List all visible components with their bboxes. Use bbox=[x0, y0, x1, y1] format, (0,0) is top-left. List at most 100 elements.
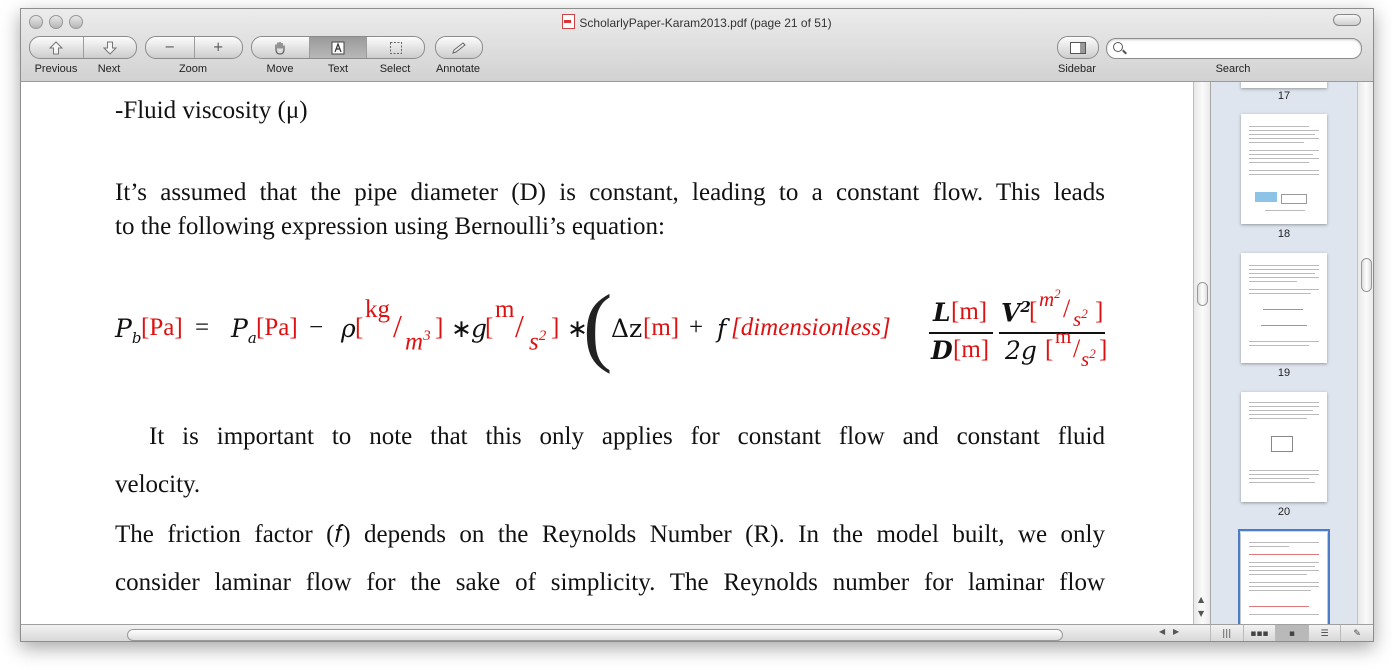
fluid-viscosity-line: -Fluid viscosity (μ) bbox=[115, 97, 308, 124]
eq-unit-m-top: m bbox=[495, 296, 515, 323]
eq-unit-s2-base: s bbox=[529, 328, 539, 356]
eq-fraction-bar-2 bbox=[999, 332, 1105, 334]
search-field[interactable] bbox=[1106, 38, 1362, 59]
thumbnail-figure-box bbox=[1281, 194, 1307, 204]
scroll-down-arrow-icon[interactable]: ▼ bbox=[1198, 609, 1204, 618]
eq-V2: V2 bbox=[1001, 298, 1031, 327]
document-vertical-scrollbar[interactable]: ▲ ▼ bbox=[1193, 82, 1211, 624]
thumbnail-page-18[interactable] bbox=[1241, 114, 1327, 224]
scroll-left-arrow-icon[interactable]: ◀ bbox=[1159, 627, 1165, 636]
zoom-out-button[interactable]: − bbox=[146, 37, 195, 58]
zoom-in-button[interactable]: + bbox=[195, 37, 243, 58]
previous-label: Previous bbox=[34, 63, 78, 75]
toolbar-toggle-button[interactable] bbox=[1333, 14, 1361, 26]
arrow-up-icon bbox=[49, 40, 64, 54]
eq-dimensionless: [dimensionless] bbox=[731, 314, 891, 341]
thumbnail-page-20[interactable] bbox=[1241, 392, 1327, 502]
thumbnail-diagram bbox=[1271, 436, 1293, 452]
hand-icon bbox=[275, 41, 285, 55]
text-tool-button[interactable] bbox=[309, 37, 368, 58]
previous-button[interactable] bbox=[30, 37, 84, 58]
eq-pb-sub: b bbox=[131, 329, 142, 347]
eq-pb-unit: [Pa] bbox=[141, 314, 183, 341]
eq-unit-s2: s2 bbox=[529, 328, 546, 356]
search-icon bbox=[1113, 42, 1123, 52]
annotate-button[interactable] bbox=[436, 37, 482, 58]
eq-pa-unit: [Pa] bbox=[256, 314, 298, 341]
thumbnail-label-18: 18 bbox=[1277, 228, 1291, 240]
annotate-control bbox=[435, 36, 483, 59]
annotate-label: Annotate bbox=[435, 63, 481, 75]
eq-unit-m2-exp: 2 bbox=[1054, 286, 1061, 301]
paragraph-2-line-2: velocity. bbox=[115, 471, 201, 498]
eq-slash-3: / bbox=[1063, 294, 1071, 323]
window-title: ScholarlyPaper-Karam2013.pdf (page 21 of… bbox=[21, 14, 1373, 30]
sidebar-scroll-thumb[interactable] bbox=[1361, 258, 1372, 292]
document-horizontal-scrollbar[interactable] bbox=[25, 627, 1155, 641]
sidebar-icon bbox=[1070, 41, 1086, 54]
window-title-text: ScholarlyPaper-Karam2013.pdf (page 21 of… bbox=[579, 16, 832, 30]
select-label: Select bbox=[379, 63, 411, 75]
eq-delta-z: Δz bbox=[611, 314, 643, 343]
eq-times-1: ∗ bbox=[451, 316, 472, 343]
paragraph-1-line-1: It’s assumed that the pipe diameter (D) … bbox=[115, 179, 1105, 206]
eq-open-bracket-3: [ bbox=[1029, 298, 1038, 325]
eq-unit-kg: kg bbox=[365, 296, 390, 323]
thumbnail-page-17[interactable] bbox=[1241, 82, 1327, 88]
eq-V-base: V bbox=[1001, 298, 1021, 328]
eq-unit-m3-exp: 3 bbox=[423, 328, 431, 344]
tool-mode-control bbox=[251, 36, 425, 59]
eq-unit-m3: m3 bbox=[405, 328, 431, 356]
eq-slash-1: / bbox=[393, 308, 402, 344]
eq-equals: = bbox=[195, 314, 210, 341]
eq-slash-2: / bbox=[515, 308, 524, 344]
move-tool-button[interactable] bbox=[252, 37, 310, 58]
view-columns-icon[interactable]: ||| bbox=[1210, 625, 1243, 641]
eq-unit-s2-c: s2 bbox=[1081, 346, 1096, 372]
eq-left-paren: ( bbox=[583, 278, 613, 375]
eq-f: f bbox=[717, 314, 727, 343]
sidebar-vertical-scrollbar[interactable] bbox=[1357, 82, 1373, 624]
paragraph-3-line-1: The friction factor (𝑓) depends on the R… bbox=[115, 521, 1105, 548]
eq-pa-symbol: P bbox=[231, 314, 248, 343]
text-cursor-icon bbox=[331, 41, 345, 54]
eq-unit-s2-exp: 2 bbox=[538, 328, 547, 344]
view-list-icon[interactable]: ☰ bbox=[1307, 625, 1341, 641]
eq-D-unit: [m] bbox=[953, 336, 990, 363]
thumbnail-page-19[interactable] bbox=[1241, 253, 1327, 363]
view-annotations-icon[interactable]: ✎ bbox=[1340, 625, 1373, 641]
move-label: Move bbox=[266, 63, 294, 75]
view-grid-icon[interactable]: ▪▪▪ bbox=[1242, 625, 1276, 641]
eq-unit-s2-c-base: s bbox=[1081, 347, 1090, 371]
document-view[interactable]: -Fluid viscosity (μ) It’s assumed that t… bbox=[21, 82, 1193, 624]
next-button[interactable] bbox=[84, 37, 137, 58]
eq-plus: + bbox=[689, 314, 704, 341]
thumbnail-label-20: 20 bbox=[1277, 506, 1291, 518]
eq-unit-s2-c-exp: 2 bbox=[1089, 346, 1096, 361]
select-tool-button[interactable] bbox=[367, 37, 424, 58]
eq-unit-s2-b-exp: 2 bbox=[1081, 306, 1088, 321]
eq-close-bracket-2: ] bbox=[551, 314, 560, 341]
horizontal-scroll-thumb[interactable] bbox=[127, 629, 1063, 641]
thumbnail-label-19: 19 bbox=[1277, 367, 1291, 379]
titlebar-toolbar: ScholarlyPaper-Karam2013.pdf (page 21 of… bbox=[21, 9, 1373, 82]
eq-open-bracket-4: [ bbox=[1045, 336, 1054, 363]
pdf-file-icon bbox=[562, 14, 576, 29]
thumbnail-figure bbox=[1255, 192, 1277, 202]
thumbnail-page-21-selected[interactable] bbox=[1238, 529, 1330, 624]
thumbnail-label-17: 17 bbox=[1277, 90, 1291, 102]
sidebar-view-tools: ||| ▪▪▪ ▪ ☰ ✎ bbox=[1210, 625, 1373, 641]
scroll-up-arrow-icon[interactable]: ▲ bbox=[1198, 595, 1204, 604]
paragraph-3-line-2: consider laminar flow for the sake of si… bbox=[115, 569, 1105, 596]
eq-unit-s2-b-base: s bbox=[1073, 307, 1082, 331]
view-thumbnails-icon[interactable]: ▪ bbox=[1275, 625, 1308, 641]
document-scroll-thumb[interactable] bbox=[1197, 282, 1208, 306]
paragraph-1-line-2: to the following expression using Bernou… bbox=[115, 213, 665, 240]
sidebar-label: Sidebar bbox=[1058, 63, 1096, 75]
sidebar-toggle-button[interactable] bbox=[1058, 37, 1098, 58]
eq-2g: 2g bbox=[1005, 336, 1037, 365]
arrow-down-icon bbox=[102, 41, 117, 55]
zoom-control: − + bbox=[145, 36, 243, 59]
search-input[interactable] bbox=[1129, 40, 1353, 57]
scroll-right-arrow-icon[interactable]: ▶ bbox=[1173, 627, 1179, 636]
